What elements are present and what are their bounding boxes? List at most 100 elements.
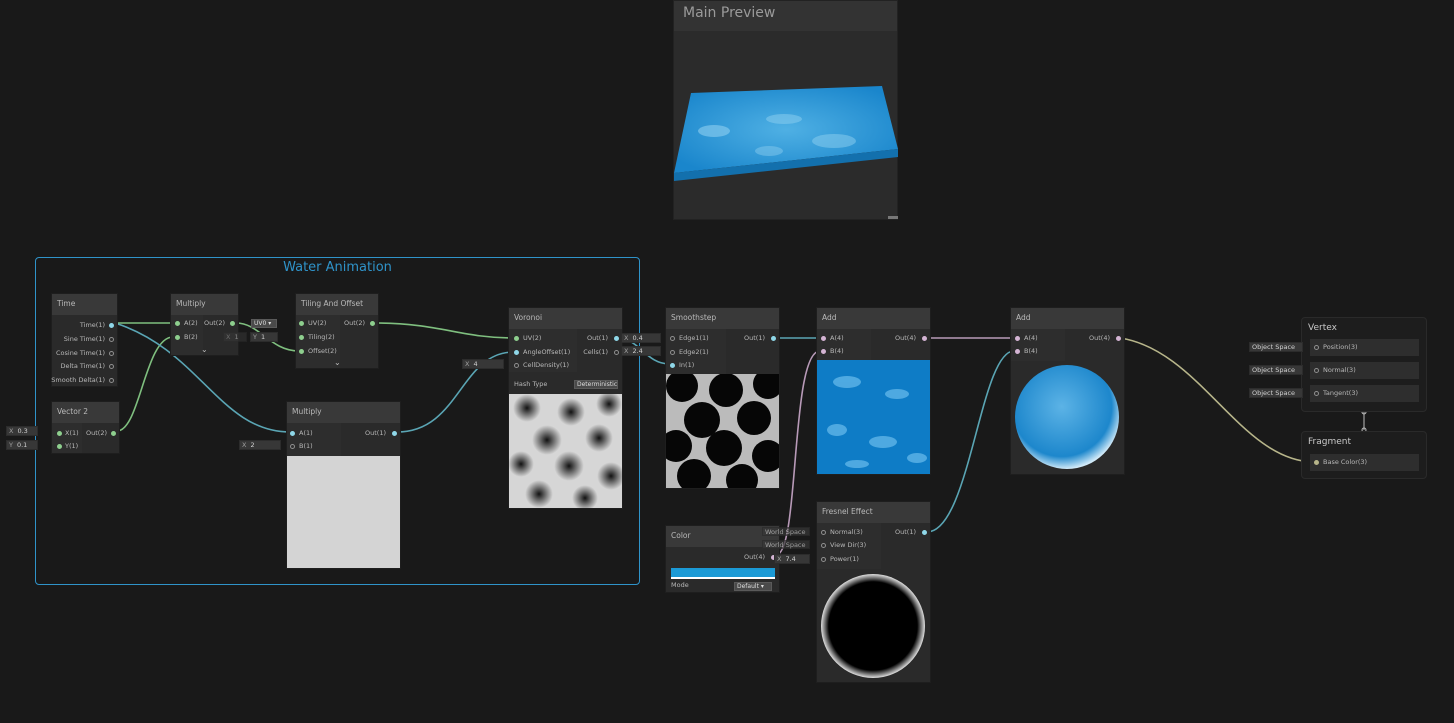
tiling-y-field[interactable]: Y1	[250, 332, 278, 342]
vector2-output-pin[interactable]	[111, 431, 116, 436]
position-space-field[interactable]: Object Space	[1249, 342, 1303, 352]
normal-space-field[interactable]: Object Space	[1249, 365, 1303, 375]
b-input-pin[interactable]	[1015, 349, 1020, 354]
normal-input-pin[interactable]	[821, 530, 826, 535]
multiply-node[interactable]: Multiply A(2) B(2) Out(2) ⌄	[170, 293, 239, 356]
smooth-delta-pin[interactable]	[109, 378, 114, 383]
multiply-float-node[interactable]: Multiply A(1) B(1) Out(1)	[286, 401, 401, 569]
edge2-input-pin[interactable]	[670, 350, 675, 355]
tangent-block[interactable]: Tangent(3)	[1310, 385, 1419, 402]
node-title: Multiply	[287, 402, 400, 423]
view-dir-space-field[interactable]: World Space	[762, 540, 810, 549]
cosine-time-output: Cosine Time(1)	[55, 349, 105, 357]
offset-input-pin[interactable]	[299, 349, 304, 354]
vector2-node[interactable]: Vector 2 X(1) Y(1) Out(2)	[51, 401, 120, 454]
vertex-context[interactable]: Vertex Position(3) Normal(3) Tangent(3)	[1301, 317, 1427, 412]
time-node[interactable]: Time Time(1) Sine Time(1) Cosine Time(1)…	[51, 293, 118, 387]
add-output-pin[interactable]	[922, 336, 927, 341]
vector2-x-field[interactable]: X 0.3	[6, 426, 38, 436]
tiling-x-field[interactable]: X1	[223, 332, 247, 342]
b-input-pin[interactable]	[175, 335, 180, 340]
cosine-time-pin[interactable]	[109, 351, 114, 356]
tiling-output-pin[interactable]	[370, 321, 375, 326]
add-output-label: Out(4)	[1089, 334, 1110, 342]
a-input-pin[interactable]	[821, 336, 826, 341]
fragment-context[interactable]: Fragment Base Color(3)	[1301, 431, 1427, 479]
time-output-pin[interactable]	[109, 323, 114, 328]
fresnel-output-label: Out(1)	[895, 528, 916, 536]
fresnel-preview	[821, 574, 925, 678]
smoothstep-node[interactable]: Smoothstep Edge1(1) Edge2(1) In(1) Out(1…	[665, 307, 780, 489]
uv-input-pin[interactable]	[514, 336, 519, 341]
normal-space-field[interactable]: World Space	[762, 527, 810, 536]
in-input-pin[interactable]	[670, 363, 675, 368]
uv-input-label: UV(2)	[308, 319, 327, 327]
angle-offset-pin[interactable]	[514, 350, 519, 355]
hash-type-dropdown[interactable]: Deterministic	[574, 380, 618, 389]
uv-channel-dropdown[interactable]: UV0 ▾	[251, 319, 277, 328]
color-swatch[interactable]	[671, 568, 775, 579]
wire-add2-to-fragment	[1119, 337, 1314, 463]
cell-density-label: CellDensity(1)	[523, 361, 570, 369]
normal-block[interactable]: Normal(3)	[1310, 362, 1419, 379]
chevron-down-icon[interactable]: ⌄	[201, 345, 208, 354]
b-input-label: B(1)	[299, 442, 313, 450]
add-node[interactable]: Add A(4) B(4) Out(4)	[816, 307, 931, 475]
edge1-input-pin[interactable]	[670, 336, 675, 341]
edge1-field[interactable]: X 0.4	[621, 333, 661, 343]
tiling-and-offset-node[interactable]: Tiling And Offset UV(2) Tiling(2) Offset…	[295, 293, 379, 369]
y-input-pin[interactable]	[57, 444, 62, 449]
vector2-y-field[interactable]: Y 0.1	[6, 440, 38, 450]
b-input-pin[interactable]	[290, 444, 295, 449]
voronoi-node[interactable]: Voronoi UV(2) AngleOffset(1) CellDensity…	[508, 307, 623, 509]
view-dir-input-pin[interactable]	[821, 543, 826, 548]
tangent-space-field[interactable]: Object Space	[1249, 388, 1303, 398]
vertex-title: Vertex	[1308, 323, 1337, 333]
multiply-b-field[interactable]: X2	[239, 440, 281, 450]
color-output-label: Out(4)	[744, 553, 765, 561]
tiling-input-pin[interactable]	[299, 335, 304, 340]
multiply-output-label: Out(2)	[204, 319, 225, 327]
a-input-pin[interactable]	[175, 321, 180, 326]
a-input-pin[interactable]	[290, 431, 295, 436]
multiply-output-pin[interactable]	[230, 321, 235, 326]
node-title: Time	[52, 294, 117, 315]
add-node-2[interactable]: Add A(4) B(4) Out(4)	[1010, 307, 1125, 475]
voronoi-cells-pin[interactable]	[614, 350, 619, 355]
cell-density-pin[interactable]	[514, 363, 519, 368]
voronoi-out-pin[interactable]	[614, 336, 619, 341]
uv-input-pin[interactable]	[299, 321, 304, 326]
voronoi-cells-label: Cells(1)	[583, 348, 608, 356]
sine-time-pin[interactable]	[109, 337, 114, 342]
hash-type-label: Hash Type	[514, 380, 548, 388]
b-input-pin[interactable]	[821, 349, 826, 354]
cell-density-field[interactable]: X4	[462, 359, 504, 369]
a-input-pin[interactable]	[1015, 336, 1020, 341]
multiply-output-pin[interactable]	[392, 431, 397, 436]
position-block[interactable]: Position(3)	[1310, 339, 1419, 356]
a-input-label: A(4)	[830, 334, 844, 342]
mode-dropdown[interactable]: Default ▾	[734, 582, 772, 591]
smoothstep-output-pin[interactable]	[771, 336, 776, 341]
fresnel-output-pin[interactable]	[922, 530, 927, 535]
base-color-block[interactable]: Base Color(3)	[1310, 454, 1419, 471]
node-title: Voronoi	[509, 308, 622, 329]
vector2-output-label: Out(2)	[86, 429, 107, 437]
time-output: Time(1)	[79, 321, 105, 329]
power-field[interactable]: X 7.4	[774, 554, 810, 564]
node-title: Add	[1011, 308, 1124, 329]
main-preview-panel[interactable]: Main Preview	[673, 0, 898, 220]
delta-time-pin[interactable]	[109, 364, 114, 369]
chevron-down-icon[interactable]: ⌄	[334, 358, 341, 367]
x-input-pin[interactable]	[57, 431, 62, 436]
voronoi-preview	[509, 394, 622, 508]
a-input-label: A(2)	[184, 319, 198, 327]
sine-time-output: Sine Time(1)	[63, 335, 105, 343]
power-input-pin[interactable]	[821, 557, 826, 562]
tiling-output-label: Out(2)	[344, 319, 365, 327]
add-output-pin[interactable]	[1116, 336, 1121, 341]
fresnel-effect-node[interactable]: Fresnel Effect Normal(3) View Dir(3) Pow…	[816, 501, 931, 683]
smooth-delta-output: Smooth Delta(1)	[51, 376, 105, 384]
edge2-field[interactable]: X 2.4	[621, 346, 661, 356]
tiling-input-label: Tiling(2)	[308, 333, 335, 341]
